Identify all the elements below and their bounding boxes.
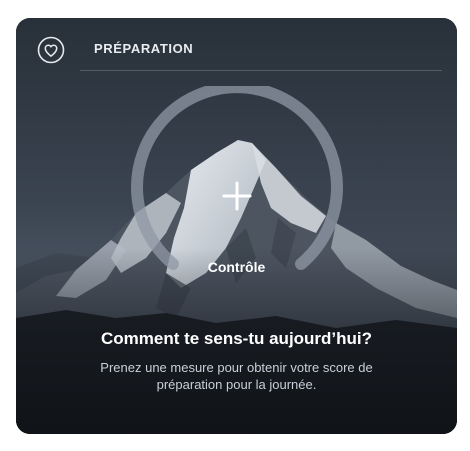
readiness-question: Comment te sens-tu aujourd’hui? bbox=[100, 329, 373, 348]
heart-circle-icon[interactable] bbox=[37, 36, 65, 64]
page-title: PRÉPARATION bbox=[94, 41, 194, 56]
check-button-label[interactable]: Contrôle bbox=[136, 259, 337, 275]
card-header: PRÉPARATION bbox=[16, 18, 457, 71]
readiness-card[interactable]: PRÉPARATION Contrôle Comment te sens-tu … bbox=[16, 18, 457, 434]
readiness-description: Prenez une mesure pour obtenir votre sco… bbox=[100, 360, 373, 392]
header-divider bbox=[80, 70, 442, 71]
plus-icon[interactable] bbox=[219, 178, 255, 214]
